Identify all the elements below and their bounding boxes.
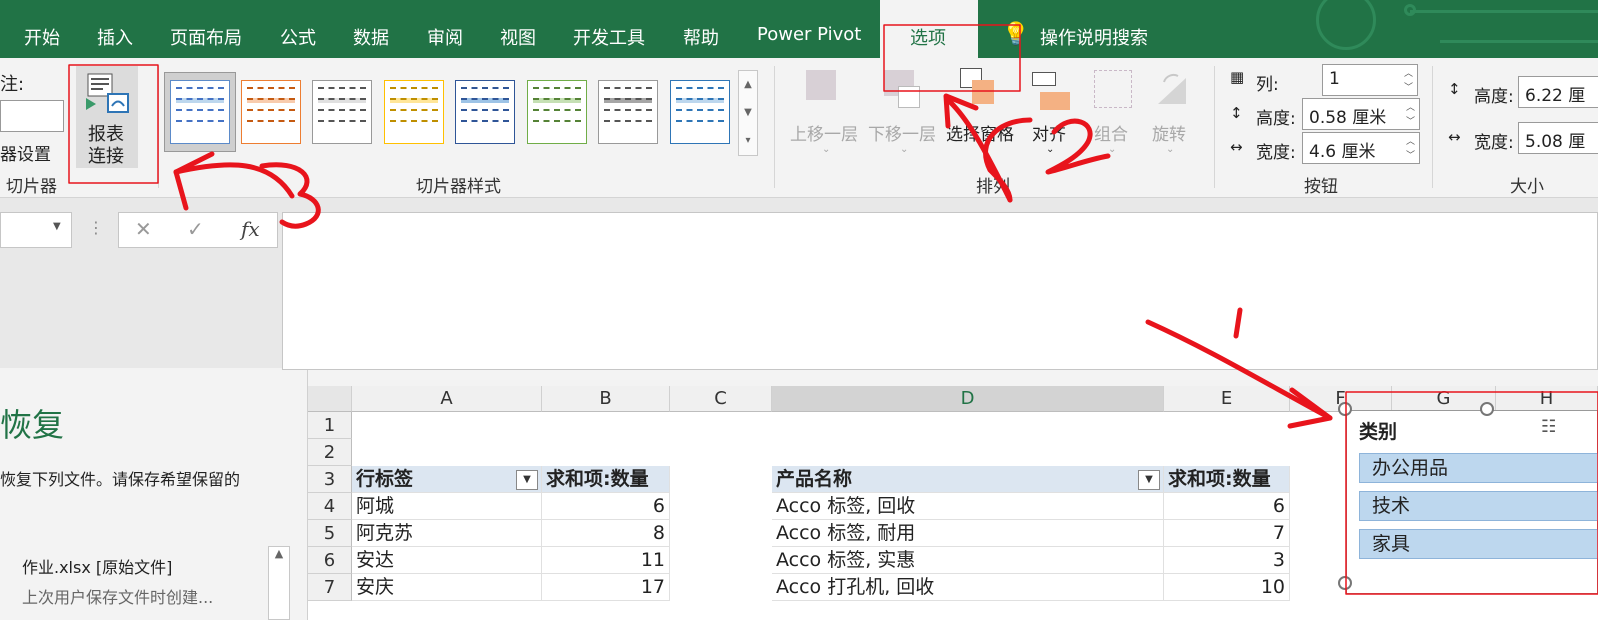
annotation-box bbox=[883, 24, 1021, 92]
annotation-arrow bbox=[173, 162, 295, 199]
annotation-box bbox=[68, 64, 159, 184]
annotation-digit-2 bbox=[1045, 118, 1111, 175]
annotation-arrow bbox=[1145, 319, 1333, 421]
annotation-mark bbox=[1233, 307, 1243, 339]
annotation-arrow bbox=[945, 97, 1013, 203]
annotation-box bbox=[1345, 391, 1598, 595]
annotation-layer bbox=[68, 24, 1598, 595]
annotation-arrowhead bbox=[173, 169, 189, 211]
